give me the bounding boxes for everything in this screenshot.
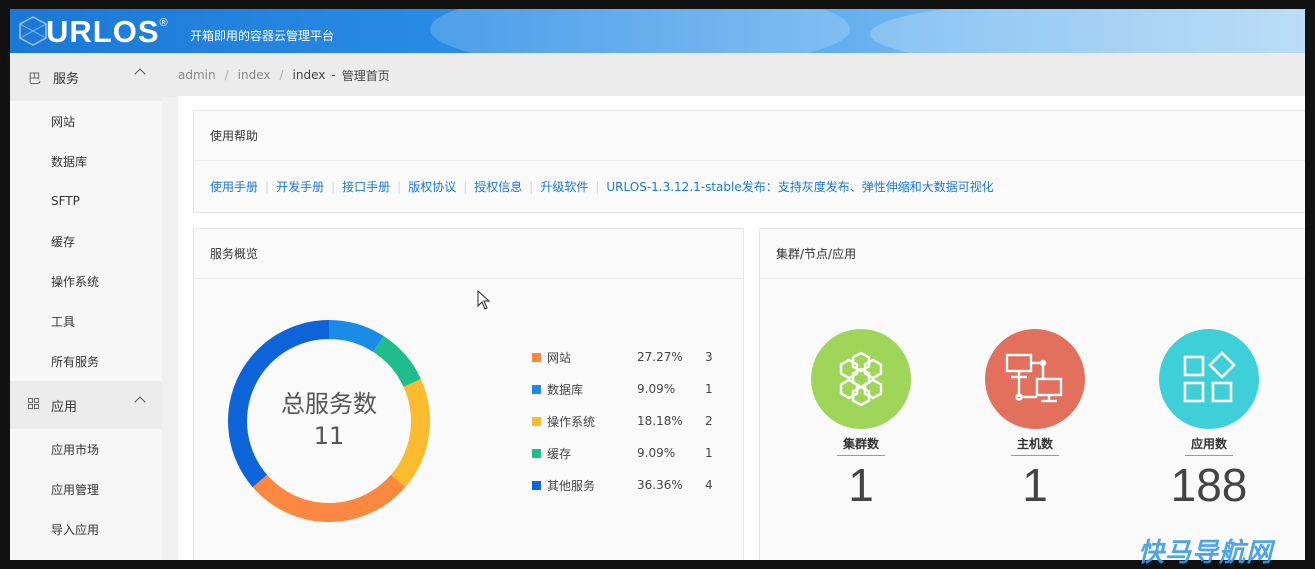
apps-shapes-icon: [1159, 329, 1259, 429]
tagline: 开箱即用的容器云管理平台: [190, 29, 335, 43]
donut-slice-1[interactable]: [373, 336, 421, 387]
mouse-cursor-icon: [477, 290, 491, 310]
panel-title: 集群/节点/应用: [760, 229, 1305, 279]
sidebar-item-os[interactable]: 操作系统: [10, 261, 162, 301]
sidebar: 巴 服务 网站 数据库 SFTP 缓存 操作系统 工具 所有服务 应用 应用市场…: [10, 53, 162, 560]
donut-slice-2[interactable]: [390, 379, 430, 488]
host-network-icon: [985, 329, 1085, 429]
sidebar-group-apps[interactable]: 应用: [10, 381, 162, 429]
panel-title: 使用帮助: [194, 111, 1305, 161]
sidebar-item-app-manage[interactable]: 应用管理: [10, 469, 162, 509]
legend-swatch: [532, 384, 541, 394]
stat-label: 应用数: [1184, 435, 1233, 456]
link-auth-info[interactable]: 授权信息: [474, 180, 522, 194]
service-overview-panel: 服务概览 总服务数 11 网站 27.27% 3 数据库 9.09% 1 操作系…: [193, 228, 744, 560]
link-dev-manual[interactable]: 开发手册: [276, 180, 324, 194]
sidebar-item-cache[interactable]: 缓存: [10, 221, 162, 261]
logo-mark-icon: [19, 16, 47, 46]
link-user-manual[interactable]: 使用手册: [210, 180, 258, 194]
top-header: URLOS® 开箱即用的容器云管理平台: [10, 9, 1305, 53]
services-donut-chart: [228, 320, 430, 522]
sidebar-item-import-app[interactable]: 导入应用: [10, 509, 162, 549]
apps-icon: [28, 397, 39, 413]
link-license[interactable]: 版权协议: [408, 180, 456, 194]
stat-hosts[interactable]: 主机数 1: [983, 329, 1087, 512]
link-api-manual[interactable]: 接口手册: [342, 180, 390, 194]
sidebar-item-all-services[interactable]: 所有服务: [10, 341, 162, 381]
sidebar-group-label: 服务: [53, 71, 80, 87]
legend-row[interactable]: 数据库 9.09% 1: [532, 373, 725, 405]
donut-slice-3[interactable]: [252, 474, 406, 522]
legend-row[interactable]: 网站 27.27% 3: [532, 341, 725, 373]
breadcrumb-index-current: index: [292, 68, 326, 82]
breadcrumb-admin[interactable]: admin: [178, 68, 216, 82]
chevron-up-icon: [134, 68, 146, 80]
watermark: 快马导航网: [1138, 538, 1274, 568]
stat-value: 1: [1022, 459, 1048, 511]
stat-clusters[interactable]: 集群数 1: [809, 329, 913, 512]
donut-center-value: 11: [313, 422, 345, 450]
stat-value: 1: [848, 459, 874, 511]
donut-slice-0[interactable]: [329, 320, 384, 353]
legend-swatch: [532, 352, 541, 362]
sidebar-group-services[interactable]: 巴 服务: [10, 53, 162, 101]
chevron-up-icon: [134, 396, 146, 408]
legend-swatch: [532, 448, 541, 458]
logo[interactable]: URLOS®: [46, 14, 169, 50]
legend-row[interactable]: 缓存 9.09% 1: [532, 437, 725, 469]
sidebar-group-label: 应用: [51, 399, 78, 415]
stat-apps[interactable]: 应用数 188: [1157, 329, 1261, 512]
hexagon-cluster-icon: [811, 329, 911, 429]
help-links: 使用手册 | 开发手册 | 接口手册 | 版权协议 | 授权信息 | 升级软件 | URLOS-1.3.…: [210, 180, 994, 194]
sidebar-item-sftp[interactable]: SFTP: [10, 181, 162, 221]
grid-icon: 巴: [28, 71, 42, 87]
cluster-panel: 集群/节点/应用 集群数 1 主机数 1 应用数 188: [759, 228, 1305, 560]
app-window: URLOS® 开箱即用的容器云管理平台 巴 服务 网站 数据库 SFTP 缓存 …: [10, 9, 1305, 560]
sidebar-item-database[interactable]: 数据库: [10, 141, 162, 181]
link-upgrade[interactable]: 升级软件: [540, 180, 588, 194]
breadcrumb-index[interactable]: index: [238, 68, 271, 82]
content: 使用帮助 使用手册 | 开发手册 | 接口手册 | 版权协议 | 授权信息 | 升级软件 | URLOS…: [178, 96, 1305, 560]
link-release-notes[interactable]: URLOS-1.3.12.1-stable发布：支持灰度发布、弹性伸缩和大数据可…: [606, 180, 993, 194]
stat-label: 主机数: [1010, 435, 1059, 456]
breadcrumb-dash: -: [331, 68, 336, 82]
panel-title: 服务概览: [194, 229, 743, 279]
donut-center-label: 总服务数: [281, 390, 377, 418]
legend-swatch: [532, 480, 541, 490]
main-area: admin / index / index - 管理首页 使用帮助 使用手册 | 开…: [162, 53, 1305, 560]
breadcrumb: admin / index / index - 管理首页: [162, 53, 1305, 97]
breadcrumb-page: 管理首页: [341, 68, 390, 83]
stat-label: 集群数: [836, 435, 885, 456]
sidebar-item-website[interactable]: 网站: [10, 101, 162, 141]
sidebar-item-app-market[interactable]: 应用市场: [10, 429, 162, 469]
legend-swatch: [532, 416, 541, 426]
stat-value: 188: [1170, 459, 1248, 511]
chart-legend: 网站 27.27% 3 数据库 9.09% 1 操作系统 18.18% 2 缓存…: [532, 341, 725, 501]
sidebar-item-tools[interactable]: 工具: [10, 301, 162, 341]
legend-row[interactable]: 操作系统 18.18% 2: [532, 405, 725, 437]
legend-row[interactable]: 其他服务 36.36% 4: [532, 469, 725, 501]
help-panel: 使用帮助 使用手册 | 开发手册 | 接口手册 | 版权协议 | 授权信息 | 升级软件 | URLOS…: [193, 110, 1305, 213]
